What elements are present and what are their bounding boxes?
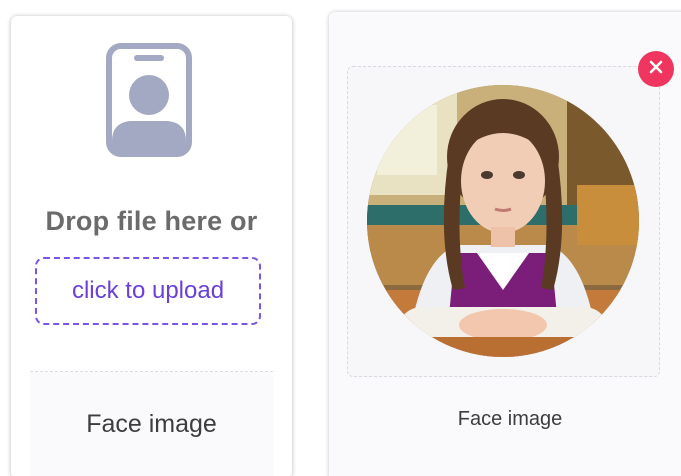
remove-image-button[interactable]: [638, 51, 674, 87]
image-preview-area[interactable]: [347, 66, 660, 377]
drop-instruction: Drop file here or: [45, 206, 258, 236]
face-upload-widgets: Drop file here or click to upload Face i…: [0, 0, 681, 476]
close-icon: [648, 59, 664, 80]
id-badge-icon: [106, 43, 192, 157]
preview-card: Face image: [329, 12, 681, 476]
upload-card[interactable]: Drop file here or click to upload Face i…: [11, 16, 292, 476]
upload-card-footer-text: Face image: [86, 410, 217, 438]
click-to-upload-button[interactable]: click to upload: [35, 257, 261, 325]
face-image-label: Face image: [457, 408, 563, 430]
face-image-label: Face image: [30, 372, 273, 476]
face-photo: [367, 85, 639, 357]
